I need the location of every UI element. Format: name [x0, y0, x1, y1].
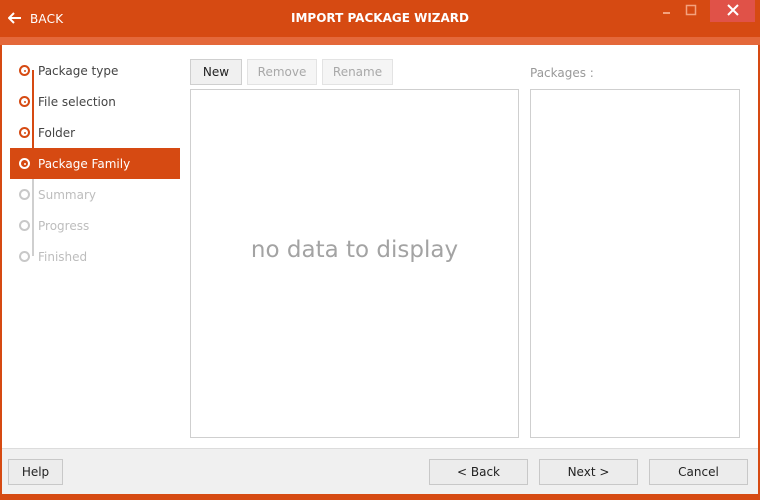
maximize-icon: [685, 4, 697, 19]
rename-button[interactable]: Rename: [322, 59, 393, 85]
step-label: Progress: [38, 218, 90, 233]
close-button[interactable]: [710, 0, 755, 22]
step-done-icon: [19, 96, 30, 107]
step-pending-icon: [19, 189, 30, 200]
cancel-button[interactable]: Cancel: [649, 459, 748, 485]
step-done-icon: [19, 65, 30, 76]
step-pending-icon: [19, 251, 30, 262]
minimize-icon: [662, 4, 672, 18]
title-back-button[interactable]: BACK: [7, 10, 64, 28]
step-pending-icon: [19, 220, 30, 231]
step-summary: Summary: [10, 179, 180, 210]
window-title: IMPORT PACKAGE WIZARD: [291, 11, 469, 25]
title-bar: BACK IMPORT PACKAGE WIZARD: [0, 0, 760, 37]
back-button[interactable]: < Back: [429, 459, 528, 485]
next-button[interactable]: Next >: [539, 459, 638, 485]
step-package-type[interactable]: Package type: [10, 55, 180, 86]
step-done-icon: [19, 127, 30, 138]
wizard-steps: Package type File selection Folder Packa…: [10, 55, 180, 272]
wizard-footer: Help < Back Next > Cancel: [2, 448, 758, 494]
step-label: Summary: [38, 187, 96, 202]
step-folder[interactable]: Folder: [10, 117, 180, 148]
arrow-left-icon: [7, 11, 22, 27]
title-subbar: [0, 37, 760, 45]
step-label: Package Family: [38, 156, 131, 171]
step-progress: Progress: [10, 210, 180, 241]
packages-list[interactable]: [530, 89, 740, 438]
maximize-button[interactable]: [676, 0, 706, 22]
step-package-family[interactable]: Package Family: [10, 148, 180, 179]
back-label: BACK: [30, 12, 64, 26]
step-label: Folder: [38, 125, 76, 140]
step-label: Finished: [38, 249, 88, 264]
wizard-content: Package type File selection Folder Packa…: [2, 45, 758, 448]
step-finished: Finished: [10, 241, 180, 272]
help-button[interactable]: Help: [8, 459, 63, 485]
remove-button[interactable]: Remove: [247, 59, 317, 85]
step-label: File selection: [38, 94, 116, 109]
step-active-icon: [19, 158, 30, 169]
packages-label: Packages :: [530, 66, 594, 80]
close-icon: [726, 3, 739, 19]
new-button[interactable]: New: [190, 59, 242, 85]
empty-list-message: no data to display: [250, 237, 459, 263]
step-file-selection[interactable]: File selection: [10, 86, 180, 117]
step-label: Package type: [38, 63, 119, 78]
import-package-wizard-window: BACK IMPORT PACKAGE WIZARD Package type: [0, 0, 760, 500]
package-family-list[interactable]: no data to display: [190, 89, 519, 438]
